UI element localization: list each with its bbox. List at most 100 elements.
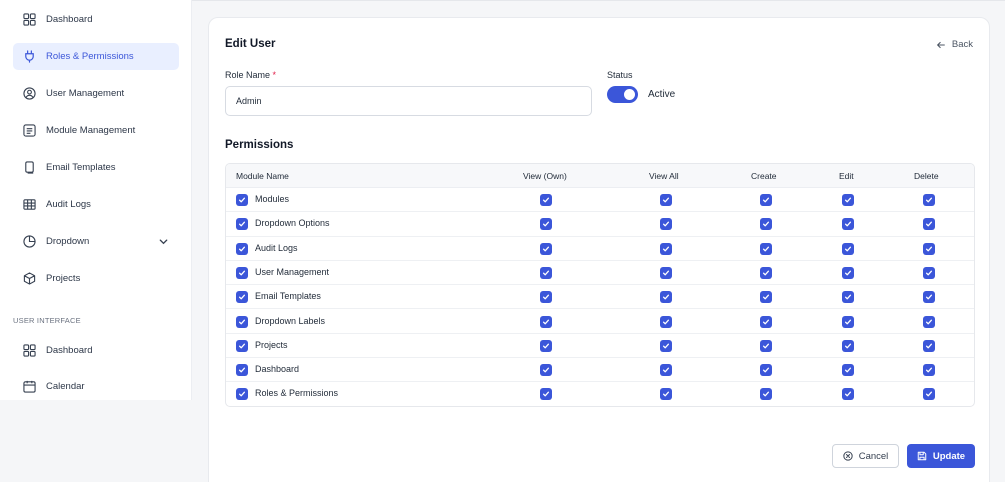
view-own-checkbox[interactable] — [540, 364, 552, 377]
create-checkbox[interactable] — [760, 242, 772, 255]
create-checkbox[interactable] — [760, 388, 772, 401]
table-row: Audit Logs — [226, 237, 974, 261]
sidebar-item-label: Roles & Permissions — [46, 51, 134, 62]
row-select-checkbox[interactable] — [236, 315, 248, 328]
column-header-edit: Edit — [839, 171, 854, 181]
create-checkbox[interactable] — [760, 339, 772, 352]
table-icon — [23, 198, 36, 211]
edit-checkbox[interactable] — [842, 388, 854, 401]
permissions-title: Permissions — [225, 139, 294, 151]
view-all-checkbox[interactable] — [660, 194, 672, 206]
row-select-checkbox[interactable] — [236, 242, 248, 255]
back-link[interactable]: Back — [936, 39, 973, 50]
delete-checkbox[interactable] — [923, 388, 935, 401]
sidebar-item-module-management[interactable]: Module Management — [13, 117, 179, 144]
view-own-checkbox[interactable] — [540, 291, 552, 304]
edit-checkbox[interactable] — [842, 339, 854, 352]
view-all-checkbox[interactable] — [660, 218, 672, 231]
create-checkbox[interactable] — [760, 364, 772, 377]
view-own-checkbox[interactable] — [540, 242, 552, 255]
edit-checkbox[interactable] — [842, 266, 854, 279]
module-name: Projects — [255, 339, 288, 350]
role-name-input[interactable] — [225, 86, 592, 116]
delete-checkbox[interactable] — [923, 218, 935, 231]
column-header-view-own: View (Own) — [523, 171, 567, 181]
table-row: Roles & Permissions — [226, 382, 974, 406]
module-name: Roles & Permissions — [255, 388, 339, 399]
view-own-checkbox[interactable] — [540, 339, 552, 352]
sidebar-item-roles-permissions[interactable]: Roles & Permissions — [13, 43, 179, 70]
delete-checkbox[interactable] — [923, 315, 935, 328]
section-label: USER INTERFACE — [13, 316, 81, 325]
delete-checkbox[interactable] — [923, 339, 935, 352]
edit-user-card: Edit User Back Role Name * Status Active… — [208, 17, 990, 482]
row-select-checkbox[interactable] — [236, 291, 248, 304]
pie-chart-icon — [23, 235, 36, 248]
create-checkbox[interactable] — [760, 315, 772, 328]
sidebar-item-email-templates[interactable]: Email Templates — [13, 154, 179, 181]
row-select-checkbox[interactable] — [236, 194, 248, 206]
view-all-checkbox[interactable] — [660, 388, 672, 401]
cancel-label: Cancel — [858, 450, 889, 462]
status-value: Active — [648, 89, 676, 100]
view-own-checkbox[interactable] — [540, 315, 552, 328]
sidebar-item-label: Projects — [46, 273, 81, 284]
row-select-checkbox[interactable] — [236, 339, 248, 352]
sidebar-item-user-management[interactable]: User Management — [13, 80, 179, 107]
create-checkbox[interactable] — [760, 266, 772, 279]
sidebar-item-dropdown[interactable]: Dropdown — [13, 228, 179, 255]
column-header-create: Create — [751, 171, 777, 181]
edit-checkbox[interactable] — [842, 194, 854, 206]
view-all-checkbox[interactable] — [660, 364, 672, 377]
sidebar-item-dashboard[interactable]: Dashboard — [13, 6, 179, 33]
view-all-checkbox[interactable] — [660, 291, 672, 304]
delete-checkbox[interactable] — [923, 242, 935, 255]
table-row: Dropdown Labels — [226, 310, 974, 334]
create-checkbox[interactable] — [760, 218, 772, 231]
grid-icon — [23, 344, 36, 357]
view-own-checkbox[interactable] — [540, 194, 552, 206]
edit-checkbox[interactable] — [842, 218, 854, 231]
column-header-view-all: View All — [649, 171, 679, 181]
sidebar-item-projects[interactable]: Projects — [13, 265, 179, 292]
sidebar-item-audit-logs[interactable]: Audit Logs — [13, 191, 179, 218]
edit-checkbox[interactable] — [842, 315, 854, 328]
create-checkbox[interactable] — [760, 194, 772, 206]
row-select-checkbox[interactable] — [236, 364, 248, 377]
row-select-checkbox[interactable] — [236, 388, 248, 401]
module-name: User Management — [255, 266, 330, 277]
column-header-module-name: Module Name — [236, 171, 289, 181]
delete-checkbox[interactable] — [923, 291, 935, 304]
sidebar-item-ui-dashboard[interactable]: Dashboard — [13, 337, 179, 364]
row-select-checkbox[interactable] — [236, 266, 248, 279]
view-all-checkbox[interactable] — [660, 315, 672, 328]
update-button[interactable]: Update — [907, 444, 975, 468]
view-all-checkbox[interactable] — [660, 242, 672, 255]
edit-checkbox[interactable] — [842, 242, 854, 255]
row-select-checkbox[interactable] — [236, 218, 248, 231]
save-icon — [917, 451, 927, 461]
status-toggle[interactable] — [607, 86, 638, 103]
sidebar-item-label: Calendar — [46, 381, 85, 392]
view-own-checkbox[interactable] — [540, 388, 552, 401]
edit-checkbox[interactable] — [842, 291, 854, 304]
delete-checkbox[interactable] — [923, 194, 935, 206]
grid-icon — [23, 13, 36, 26]
plug-icon — [23, 50, 36, 63]
view-own-checkbox[interactable] — [540, 266, 552, 279]
table-row: User Management — [226, 261, 974, 286]
create-checkbox[interactable] — [760, 291, 772, 304]
view-all-checkbox[interactable] — [660, 266, 672, 279]
delete-checkbox[interactable] — [923, 266, 935, 279]
view-all-checkbox[interactable] — [660, 339, 672, 352]
sidebar-item-calendar[interactable]: Calendar — [13, 373, 179, 400]
module-name: Dropdown Options — [255, 218, 330, 229]
update-label: Update — [932, 450, 966, 462]
sidebar-item-label: Dashboard — [46, 345, 93, 356]
chevron-down-icon[interactable] — [158, 236, 169, 247]
sidebar-item-label: Dropdown — [46, 236, 90, 247]
view-own-checkbox[interactable] — [540, 218, 552, 231]
delete-checkbox[interactable] — [923, 364, 935, 377]
edit-checkbox[interactable] — [842, 364, 854, 377]
cancel-button[interactable]: Cancel — [832, 444, 899, 468]
